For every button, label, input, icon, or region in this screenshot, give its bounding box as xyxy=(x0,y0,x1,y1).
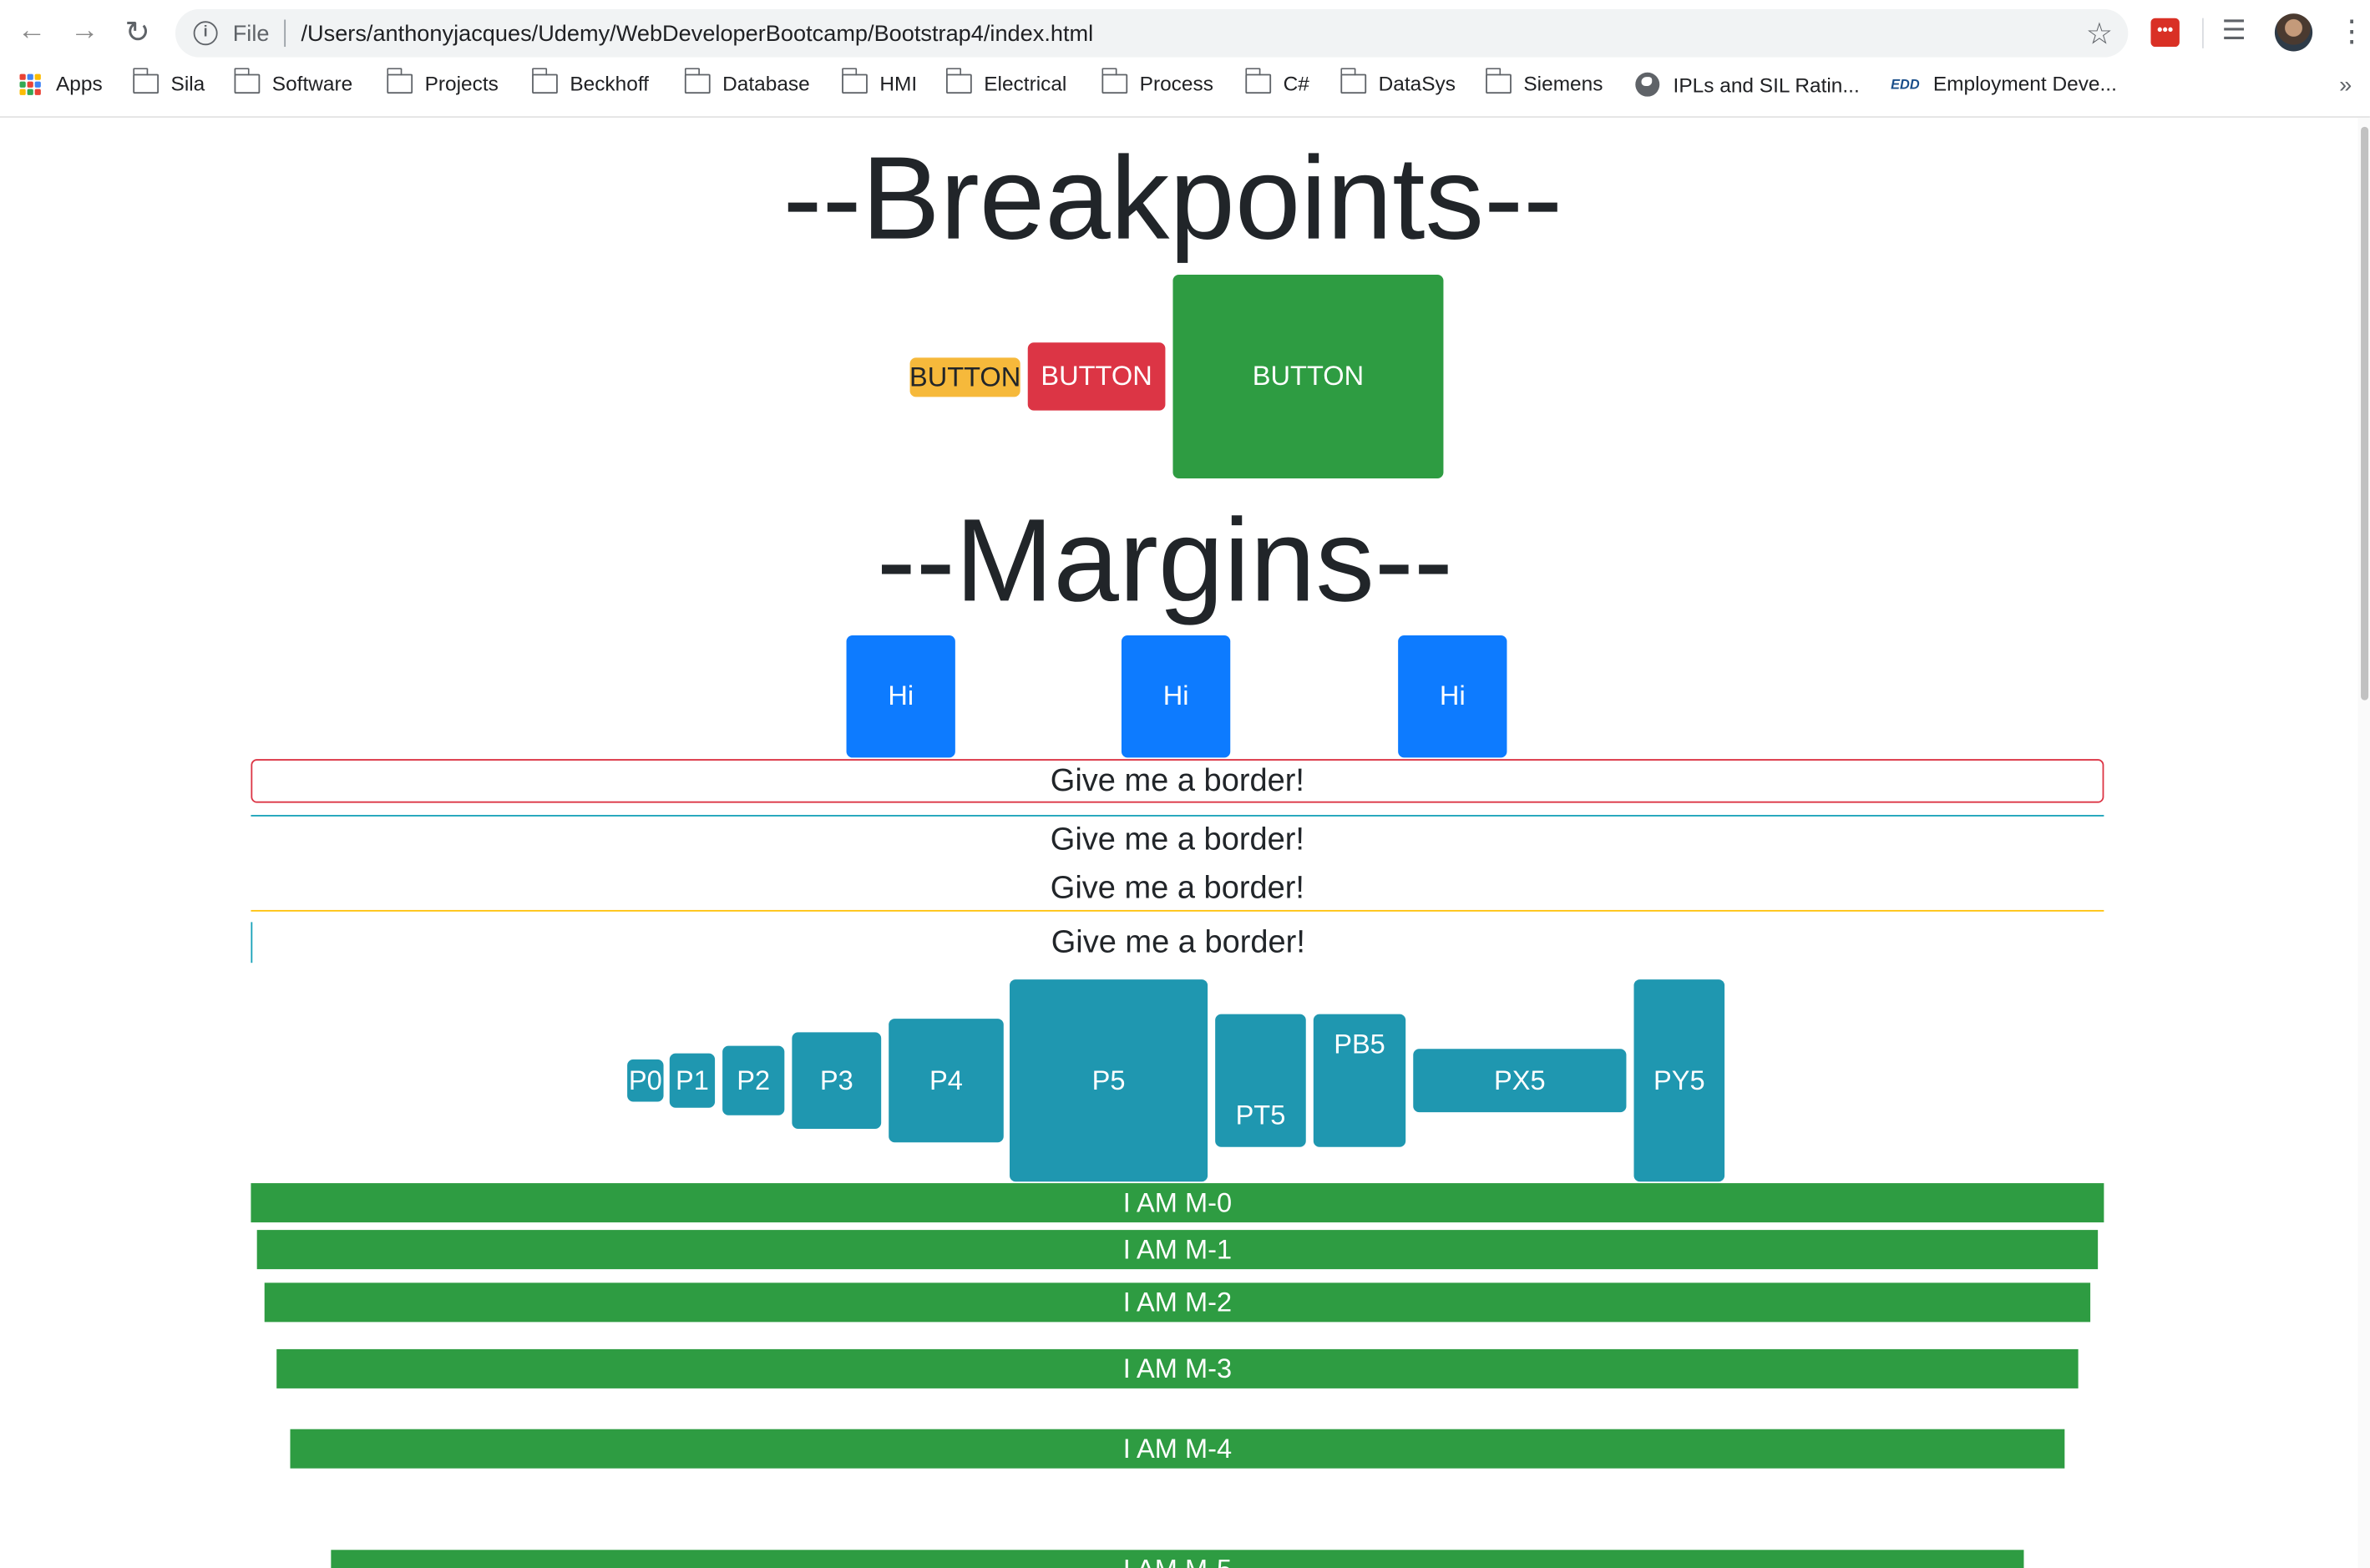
folder-icon xyxy=(132,68,160,94)
forward-arrow-icon[interactable]: → xyxy=(65,12,104,51)
breakpoint-button-small[interactable]: BUTTON xyxy=(909,357,1020,397)
margin-bar-m5: I AM M-5 xyxy=(331,1550,2024,1568)
bookmark-star-icon[interactable]: ☆ xyxy=(2086,15,2113,53)
bookmark-folder-datasys[interactable]: DataSys xyxy=(1339,68,1456,95)
media-control-icon[interactable]: ☰ xyxy=(2222,15,2246,47)
margins-heading: --Margins-- xyxy=(876,493,1453,627)
bookmark-label: Database xyxy=(722,72,810,95)
bookmarks-bar: Apps Sila Software Projects Beckhoff Dat… xyxy=(0,67,2370,106)
bookmark-label: Apps xyxy=(55,72,103,95)
border-left-info: Give me a border! xyxy=(251,922,2104,964)
bookmark-label: C# xyxy=(1283,72,1309,95)
page-content: --Breakpoints-- BUTTON BUTTON BUTTON --M… xyxy=(0,118,2357,1568)
bookmark-label: Process xyxy=(1139,72,1213,95)
border-all-danger: Give me a border! xyxy=(251,759,2104,803)
folder-icon xyxy=(841,68,868,94)
edd-logo-icon: EDD xyxy=(1891,76,1920,92)
folder-icon xyxy=(233,68,261,94)
bookmark-label: Beckhoff xyxy=(570,72,649,95)
hi-button-3[interactable]: Hi xyxy=(1398,635,1507,758)
address-bar[interactable]: i File /Users/anthonyjacques/Udemy/WebDe… xyxy=(175,8,2129,58)
folder-icon xyxy=(1244,68,1272,94)
bookmark-label: IPLs and SIL Ratin... xyxy=(1673,73,1860,96)
padding-box-py5: PY5 xyxy=(1633,979,1725,1182)
margin-bar-m0: I AM M-0 xyxy=(251,1183,2104,1223)
padding-box-pt5: PT5 xyxy=(1215,1014,1306,1147)
bookmark-label: Employment Deve... xyxy=(1932,72,2117,95)
breakpoint-button-medium[interactable]: BUTTON xyxy=(1027,342,1166,411)
bookmark-folder-siemens[interactable]: Siemens xyxy=(1485,68,1603,95)
folder-icon xyxy=(683,68,711,94)
bookmark-folder-database[interactable]: Database xyxy=(683,68,810,95)
browser-chrome: ← → ↻ i File /Users/anthonyjacques/Udemy… xyxy=(0,0,2370,118)
apps-grid-icon xyxy=(19,73,41,94)
scrollbar-thumb[interactable] xyxy=(2361,126,2369,701)
folder-icon xyxy=(1485,68,1512,94)
padding-box-p4: P4 xyxy=(889,1019,1004,1143)
globe-icon xyxy=(1635,72,1660,97)
padding-box-px5: PX5 xyxy=(1413,1049,1627,1113)
bookmark-label: Siemens xyxy=(1523,72,1603,95)
hi-button-1[interactable]: Hi xyxy=(846,635,955,758)
bookmark-folder-process[interactable]: Process xyxy=(1101,68,1213,95)
folder-icon xyxy=(386,68,413,94)
extension-icon[interactable]: ••• xyxy=(2150,18,2180,48)
folder-icon xyxy=(1339,68,1367,94)
margin-bar-m2: I AM M-2 xyxy=(264,1282,2091,1323)
bookmark-folder-sila[interactable]: Sila xyxy=(132,68,205,95)
info-icon[interactable]: i xyxy=(193,21,218,46)
bookmark-ipls-sil[interactable]: IPLs and SIL Ratin... xyxy=(1635,72,1860,97)
bookmark-label: HMI xyxy=(879,72,918,95)
bookmark-label: Software xyxy=(271,72,353,95)
padding-box-p0: P0 xyxy=(627,1059,664,1102)
browser-toolbar: ← → ↻ i File /Users/anthonyjacques/Udemy… xyxy=(0,0,2370,67)
breakpoint-button-large[interactable]: BUTTON xyxy=(1172,274,1444,478)
hi-button-2[interactable]: Hi xyxy=(1121,635,1231,758)
padding-box-p1: P1 xyxy=(669,1053,716,1108)
back-arrow-icon[interactable]: ← xyxy=(12,12,51,51)
bookmark-label: Projects xyxy=(424,72,499,95)
padding-box-pb5: PB5 xyxy=(1313,1014,1406,1147)
bookmark-folder-projects[interactable]: Projects xyxy=(386,68,499,95)
bookmark-folder-software[interactable]: Software xyxy=(233,68,353,95)
padding-box-p2: P2 xyxy=(722,1045,785,1115)
url-scheme-label: File xyxy=(232,20,270,47)
breakpoints-heading: --Breakpoints-- xyxy=(782,131,1563,265)
folder-icon xyxy=(531,68,558,94)
folder-icon xyxy=(1101,68,1128,94)
reload-icon[interactable]: ↻ xyxy=(118,12,157,51)
folder-icon xyxy=(945,68,972,94)
border-bottom-warning: Give me a border! xyxy=(251,867,2104,912)
bookmark-label: DataSys xyxy=(1378,72,1456,95)
profile-avatar[interactable] xyxy=(2274,13,2313,52)
kebab-menu-icon[interactable]: ⋮ xyxy=(2337,12,2367,49)
bookmark-folder-hmi[interactable]: HMI xyxy=(841,68,918,95)
margin-bar-m1: I AM M-1 xyxy=(256,1230,2099,1270)
border-top-info: Give me a border! xyxy=(251,815,2104,863)
address-separator xyxy=(284,19,286,48)
bookmark-folder-csharp[interactable]: C# xyxy=(1244,68,1309,95)
url-text[interactable]: /Users/anthonyjacques/Udemy/WebDeveloper… xyxy=(301,20,1093,46)
bookmark-label: Electrical xyxy=(984,72,1067,95)
bookmark-folder-electrical[interactable]: Electrical xyxy=(945,68,1067,95)
bookmark-employment[interactable]: EDD Employment Deve... xyxy=(1891,73,2117,95)
margin-bar-m4: I AM M-4 xyxy=(290,1429,2065,1469)
padding-box-p5: P5 xyxy=(1010,979,1208,1182)
bookmark-folder-beckhoff[interactable]: Beckhoff xyxy=(531,68,649,95)
padding-box-p3: P3 xyxy=(792,1032,882,1130)
bookmark-apps[interactable]: Apps xyxy=(19,72,103,95)
bookmarks-overflow-icon[interactable]: » xyxy=(2339,73,2352,99)
toolbar-separator xyxy=(2202,18,2204,48)
bookmark-label: Sila xyxy=(170,72,205,95)
margin-bar-m3: I AM M-3 xyxy=(276,1348,2079,1388)
